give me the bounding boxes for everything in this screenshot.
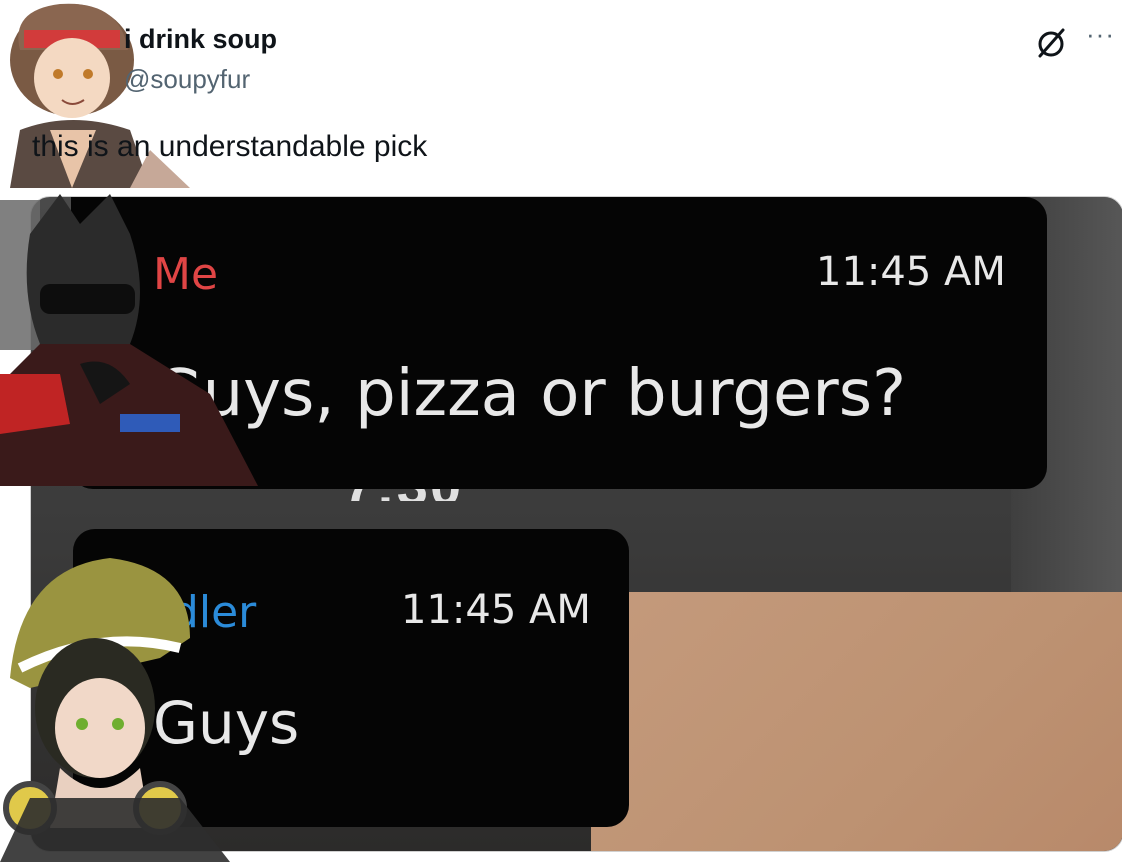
- tweet-text: this is an understandable pick: [32, 130, 428, 163]
- handle[interactable]: @soupyfur: [124, 64, 250, 95]
- message-time: 11:45 AM: [401, 587, 591, 633]
- more-icon[interactable]: ···: [1086, 21, 1115, 47]
- display-name[interactable]: i drink soup: [124, 24, 277, 55]
- helmet-character-sticker: [0, 194, 258, 486]
- message-text: Guys, pizza or burgers?: [153, 357, 907, 431]
- message-time: 11:45 AM: [816, 249, 1006, 295]
- grok-icon[interactable]: [1034, 26, 1068, 60]
- beanie-character-sticker: [0, 548, 250, 862]
- background-surface: [591, 592, 1122, 851]
